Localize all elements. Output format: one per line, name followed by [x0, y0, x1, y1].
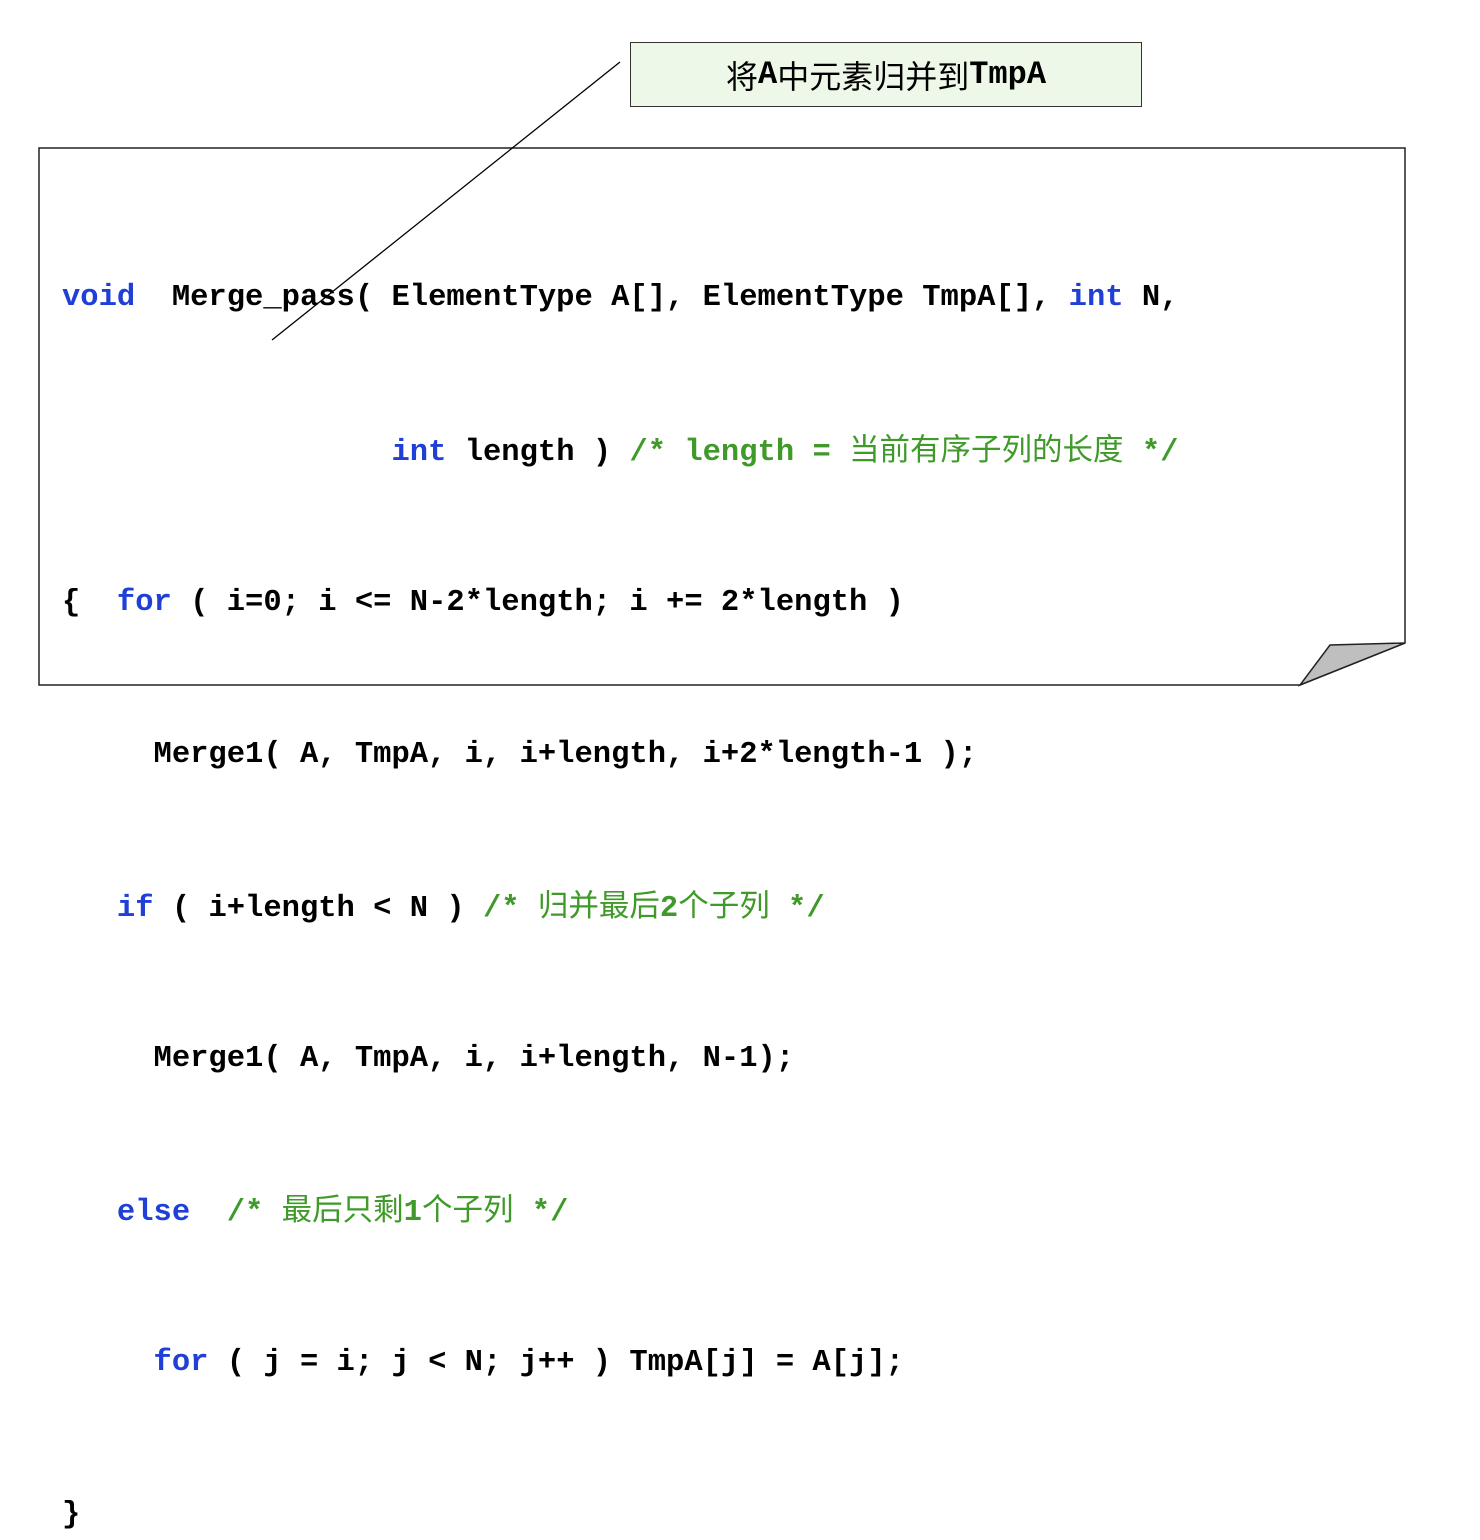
code-line-4: Merge1( A, TmpA, i, i+length, i+2*length… [62, 730, 1179, 781]
code-line-7: else /* 最后只剩1个子列 */ [62, 1186, 1179, 1237]
keyword-for: for [153, 1346, 209, 1381]
comment-cjk: 个子列 [421, 1192, 514, 1228]
callout-text-middle: 中元素归并到 [777, 57, 970, 96]
open-brace: { [62, 585, 117, 620]
keyword-for: for [116, 585, 172, 620]
callout-var-tmpa: TmpA [969, 56, 1047, 93]
code-line-6: Merge1( A, TmpA, i, i+length, N-1); [62, 1034, 1179, 1085]
copy-loop: ( j = i; j < N; j++ ) TmpA[j] = A[j]; [208, 1346, 904, 1381]
comment-cjk: 个子列 [678, 888, 770, 924]
comment-end: */ [1123, 435, 1179, 470]
comment-cjk: 当前有序子列的长度 [849, 432, 1124, 468]
signature-tail: N, [1123, 281, 1179, 316]
comment-cjk: 归并最后 [537, 888, 660, 924]
code-line-1: void Merge_pass( ElementType A[], Elemen… [62, 273, 1179, 324]
comment-number: 1 [403, 1195, 422, 1230]
signature-text: Merge_pass( ElementType A[], ElementType… [135, 281, 1069, 316]
comment-cjk: 最后只剩 [281, 1192, 404, 1228]
comment-end: */ [769, 891, 825, 926]
keyword-void: void [62, 281, 136, 316]
keyword-int: int [1068, 281, 1124, 316]
code-line-3: { for ( i=0; i <= N-2*length; i += 2*len… [62, 578, 1179, 629]
merge1-call: Merge1( A, TmpA, i, i+length, i+2*length… [62, 737, 978, 772]
if-condition: ( i+length < N ) [153, 891, 483, 926]
close-brace: } [62, 1498, 81, 1533]
code-line-9: } [62, 1490, 1179, 1540]
keyword-int: int [391, 435, 447, 470]
comment-start: /* length = [629, 435, 850, 470]
callout-var-a: A [757, 56, 778, 93]
for-header: ( i=0; i <= N-2*length; i += 2*length ) [171, 585, 904, 620]
param-length: length ) [446, 435, 630, 470]
code-block: void Merge_pass( ElementType A[], Elemen… [62, 172, 1179, 1540]
comment-end: */ [513, 1195, 569, 1230]
comment-start: /* [483, 891, 538, 926]
comment-number: 2 [659, 891, 679, 926]
comment-start: /* [226, 1195, 282, 1230]
code-line-8: for ( j = i; j < N; j++ ) TmpA[j] = A[j]… [62, 1338, 1179, 1389]
keyword-else: else [116, 1195, 191, 1230]
code-line-5: if ( i+length < N ) /* 归并最后2个子列 */ [62, 882, 1179, 933]
callout-text-prefix: 将 [725, 57, 758, 96]
keyword-if: if [116, 891, 154, 926]
merge1-call: Merge1( A, TmpA, i, i+length, N-1); [62, 1041, 795, 1076]
callout-box: 将 A 中元素归并到 TmpA [630, 42, 1142, 107]
code-line-2: int length ) /* length = 当前有序子列的长度 */ [62, 426, 1179, 477]
